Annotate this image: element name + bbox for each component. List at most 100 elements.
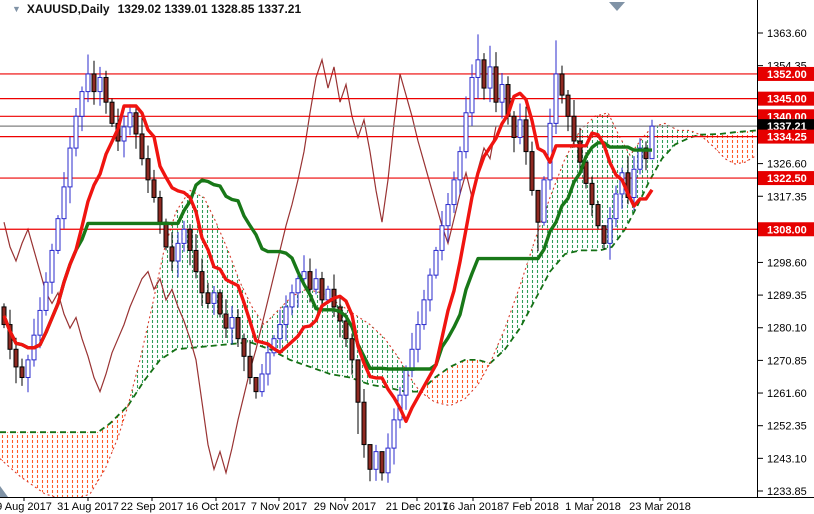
- bull-candle-body: [548, 123, 552, 179]
- x-axis-date-label: 21 Dec 2017: [386, 501, 448, 513]
- y-axis-price-label: 1233.85: [767, 486, 807, 498]
- price-chart-canvas[interactable]: 1363.601354.351326.601317.351298.601289.…: [0, 0, 814, 514]
- bull-candle-body: [212, 293, 216, 304]
- x-axis-date-label: 16 Oct 2017: [186, 501, 246, 513]
- bull-candle-body: [446, 205, 450, 226]
- bull-candle-body: [314, 279, 318, 290]
- bull-candle-body: [440, 226, 444, 251]
- bull-candle-body: [230, 318, 234, 329]
- bull-candle-body: [128, 113, 132, 127]
- bear-candle-body: [224, 314, 228, 328]
- bear-candle-body: [362, 402, 366, 444]
- bear-candle-body: [92, 74, 96, 92]
- bear-candle-body: [560, 74, 564, 95]
- bear-candle-body: [584, 162, 588, 183]
- bear-candle-body: [134, 113, 138, 134]
- bull-candle-body: [182, 229, 186, 243]
- bear-candle-body: [308, 272, 312, 290]
- bull-candle-body: [434, 250, 438, 275]
- bull-candle-body: [62, 187, 66, 219]
- bull-candle-body: [74, 116, 78, 148]
- y-axis-price-label: 1326.60: [767, 159, 807, 171]
- bear-candle-body: [146, 159, 150, 180]
- bear-candle-body: [200, 272, 204, 293]
- bull-candle-body: [284, 307, 288, 325]
- symbol-dropdown-icon[interactable]: ▼: [12, 4, 21, 14]
- bear-candle-body: [206, 293, 210, 304]
- bear-candle-body: [566, 95, 570, 116]
- x-axis-date-label: 29 Nov 2017: [314, 501, 376, 513]
- x-axis-date-label: 31 Aug 2017: [57, 501, 119, 513]
- bear-candle-body: [20, 367, 24, 378]
- price-level-tag: 1352.00: [758, 67, 814, 81]
- bull-candle-body: [470, 77, 474, 112]
- bull-candle-body: [614, 194, 618, 219]
- bull-candle-body: [260, 374, 264, 392]
- bear-candle-body: [536, 190, 540, 222]
- bear-candle-body: [236, 318, 240, 339]
- kumo-cloud-bear: [700, 130, 757, 164]
- bull-candle-body: [290, 293, 294, 307]
- bull-candle-body: [632, 169, 636, 197]
- bull-candle-body: [50, 250, 54, 282]
- bear-candle-body: [572, 116, 576, 141]
- bear-candle-body: [524, 120, 528, 152]
- price-level-tag: 1334.25: [758, 130, 814, 144]
- bear-candle-body: [602, 226, 606, 244]
- symbol-period-label: XAUUSD,Daily: [27, 2, 110, 16]
- bull-candle-body: [404, 370, 408, 395]
- bear-candle-body: [344, 321, 348, 339]
- bull-candle-body: [278, 325, 282, 339]
- bear-candle-body: [140, 134, 144, 159]
- bear-candle-body: [254, 378, 258, 392]
- bear-candle-body: [170, 247, 174, 261]
- bear-candle-body: [494, 67, 498, 102]
- bull-candle-body: [650, 126, 654, 159]
- bull-candle-body: [416, 325, 420, 350]
- y-axis-price-label: 1298.60: [767, 257, 807, 269]
- x-axis-date-label: 16 Jan 2018: [443, 501, 504, 513]
- y-axis-price-label: 1317.35: [767, 191, 807, 203]
- bull-candle-body: [464, 113, 468, 152]
- bull-candle-body: [80, 92, 84, 117]
- price-level-tag-text: 1308.00: [767, 224, 807, 236]
- bull-candle-body: [98, 77, 102, 91]
- bear-candle-body: [530, 152, 534, 191]
- y-axis-price-label: 1261.60: [767, 388, 807, 400]
- bull-candle-body: [452, 180, 456, 205]
- bear-candle-body: [380, 452, 384, 473]
- y-axis-price-label: 1280.10: [767, 323, 807, 335]
- price-level-tag: 1322.50: [758, 171, 814, 185]
- bear-candle-body: [320, 279, 324, 300]
- bear-candle-body: [188, 229, 192, 250]
- bull-candle-body: [422, 300, 426, 325]
- kumo-cloud-bear: [0, 406, 128, 501]
- bull-candle-body: [326, 289, 330, 300]
- bull-candle-body: [488, 67, 492, 88]
- scroll-begin-marker-icon: [0, 486, 8, 497]
- bull-candle-body: [392, 420, 396, 448]
- x-axis-date-label: 22 Sep 2017: [121, 501, 183, 513]
- bull-candle-body: [386, 448, 390, 473]
- bear-candle-body: [152, 180, 156, 198]
- chart-shift-marker-icon[interactable]: [609, 2, 625, 11]
- bull-candle-body: [500, 85, 504, 103]
- bull-candle-body: [428, 275, 432, 300]
- bull-candle-body: [56, 219, 60, 251]
- bull-candle-body: [374, 452, 378, 470]
- bear-candle-body: [104, 77, 108, 102]
- x-axis-date-label: 7 Nov 2017: [251, 501, 307, 513]
- x-axis-date-label: 23 Mar 2018: [629, 501, 691, 513]
- x-axis-date-label: 7 Feb 2018: [503, 501, 559, 513]
- bear-candle-body: [596, 205, 600, 226]
- bull-candle-body: [458, 152, 462, 180]
- bull-candle-body: [608, 219, 612, 244]
- bear-candle-body: [110, 102, 114, 123]
- price-level-tag-text: 1345.00: [767, 94, 807, 106]
- bear-candle-body: [164, 222, 168, 247]
- bear-candle-body: [242, 339, 246, 357]
- price-level-tag-text: 1322.50: [767, 173, 807, 185]
- y-axis-price-label: 1289.35: [767, 290, 807, 302]
- y-axis-price-label: 1252.35: [767, 421, 807, 433]
- y-axis-price-label: 1363.60: [767, 28, 807, 40]
